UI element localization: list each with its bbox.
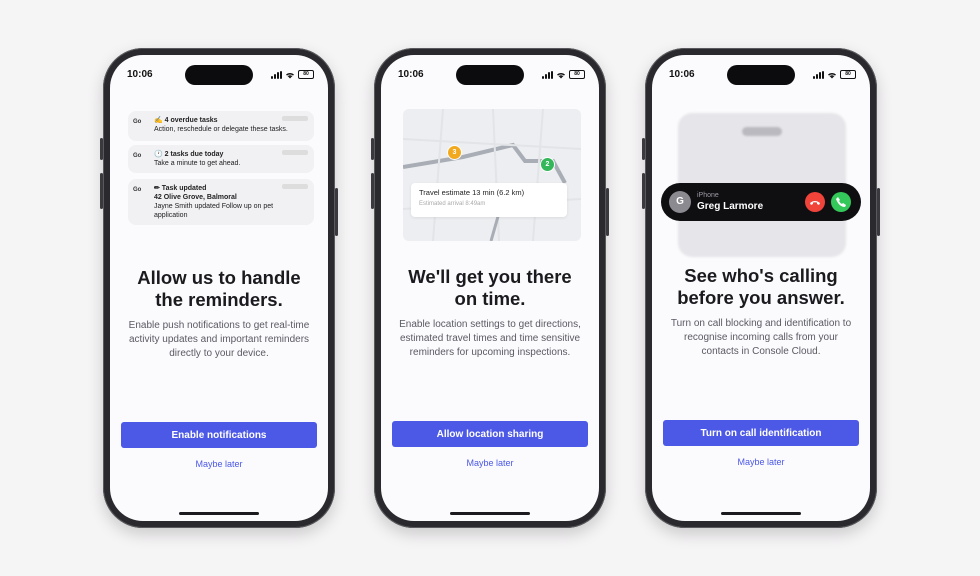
phone-location: 10:06 80 3 2 Travel estimate 13 min (6.2… <box>371 48 609 528</box>
status-icons: 80 <box>542 70 585 79</box>
avatar: G <box>669 191 691 213</box>
notification-time <box>282 150 308 155</box>
notification-address: 42 Olive Grove, Balmoral <box>154 194 237 201</box>
page-title: See who's calling before you answer. <box>677 265 845 308</box>
battery-icon: 80 <box>298 70 314 79</box>
dynamic-island <box>456 65 524 85</box>
phone-call-id: 10:06 80 G iPhone Greg Larmore See who's… <box>642 48 880 528</box>
home-indicator <box>450 512 530 515</box>
app-logo: Go <box>133 153 142 159</box>
wifi-icon <box>557 72 565 78</box>
page-title: We'll get you there on time. <box>408 266 572 309</box>
screen: 10:06 80 G iPhone Greg Larmore See who's… <box>652 55 870 521</box>
status-icons: 80 <box>271 70 314 79</box>
wifi-icon <box>286 72 294 78</box>
map-preview: 3 2 Travel estimate 13 min (6.2 km) Esti… <box>403 109 581 241</box>
app-logo: Go <box>133 119 142 125</box>
maybe-later-link[interactable]: Maybe later <box>110 459 328 469</box>
map-pin-end: 2 <box>540 157 555 172</box>
notification-stack: Go ✍ 4 overdue tasks Action, reschedule … <box>128 111 314 225</box>
notification-text: application <box>154 212 188 219</box>
status-time: 10:06 <box>669 69 695 80</box>
decline-call-button[interactable] <box>805 192 825 212</box>
home-indicator <box>721 512 801 515</box>
signal-icon <box>542 70 553 79</box>
notification-time <box>282 184 308 189</box>
notification-time <box>282 116 308 121</box>
signal-icon <box>813 70 824 79</box>
notification-text: Take a minute to get ahead. <box>154 160 241 167</box>
status-time: 10:06 <box>398 69 424 80</box>
enable-notifications-button[interactable]: Enable notifications <box>121 422 317 448</box>
notification-text: Action, reschedule or delegate these tas… <box>154 126 288 133</box>
route-map <box>403 109 581 241</box>
allow-location-button[interactable]: Allow location sharing <box>392 421 588 447</box>
description: Enable push notifications to get real-ti… <box>128 320 310 359</box>
screen: 10:06 80 3 2 Travel estimate 13 min (6.2… <box>381 55 599 521</box>
caller-name: Greg Larmore <box>697 201 764 212</box>
dynamic-island <box>185 65 253 85</box>
home-indicator <box>179 512 259 515</box>
page-title: Allow us to handle the reminders. <box>137 267 301 310</box>
notification-text: Jayne Smith updated Follow up on pet <box>154 203 274 210</box>
wifi-icon <box>828 72 836 78</box>
map-pin-start: 3 <box>447 145 462 160</box>
accept-call-button[interactable] <box>831 192 851 212</box>
street-lines <box>403 109 581 241</box>
incoming-call-banner: G iPhone Greg Larmore <box>661 183 861 221</box>
estimated-arrival: Estimated arrival 8:49am <box>419 201 486 207</box>
description: Enable location settings to get directio… <box>399 319 581 358</box>
phone-hangup-icon <box>810 201 820 205</box>
status-time: 10:06 <box>127 69 153 80</box>
app-logo: Go <box>133 187 142 193</box>
caller-device: iPhone <box>697 192 719 199</box>
description: Turn on call blocking and identification… <box>670 318 852 357</box>
status-icons: 80 <box>813 70 856 79</box>
notification[interactable]: Go 🕐 2 tasks due today Take a minute to … <box>128 145 314 173</box>
dynamic-island <box>727 65 795 85</box>
phone-icon <box>836 197 846 207</box>
phone-notifications: 10:06 80 Go ✍ 4 overdue tasks Action, re… <box>100 48 338 528</box>
maybe-later-link[interactable]: Maybe later <box>381 458 599 468</box>
notification[interactable]: Go ✏ Task updated 42 Olive Grove, Balmor… <box>128 179 314 225</box>
turn-on-call-id-button[interactable]: Turn on call identification <box>663 420 859 446</box>
battery-icon: 80 <box>569 70 585 79</box>
screen: 10:06 80 Go ✍ 4 overdue tasks Action, re… <box>110 55 328 521</box>
travel-estimate-card: Travel estimate 13 min (6.2 km) Estimate… <box>411 183 567 217</box>
battery-icon: 80 <box>840 70 856 79</box>
notification[interactable]: Go ✍ 4 overdue tasks Action, reschedule … <box>128 111 314 141</box>
maybe-later-link[interactable]: Maybe later <box>652 457 870 467</box>
travel-estimate: Travel estimate 13 min (6.2 km) <box>419 188 525 197</box>
signal-icon <box>271 70 282 79</box>
